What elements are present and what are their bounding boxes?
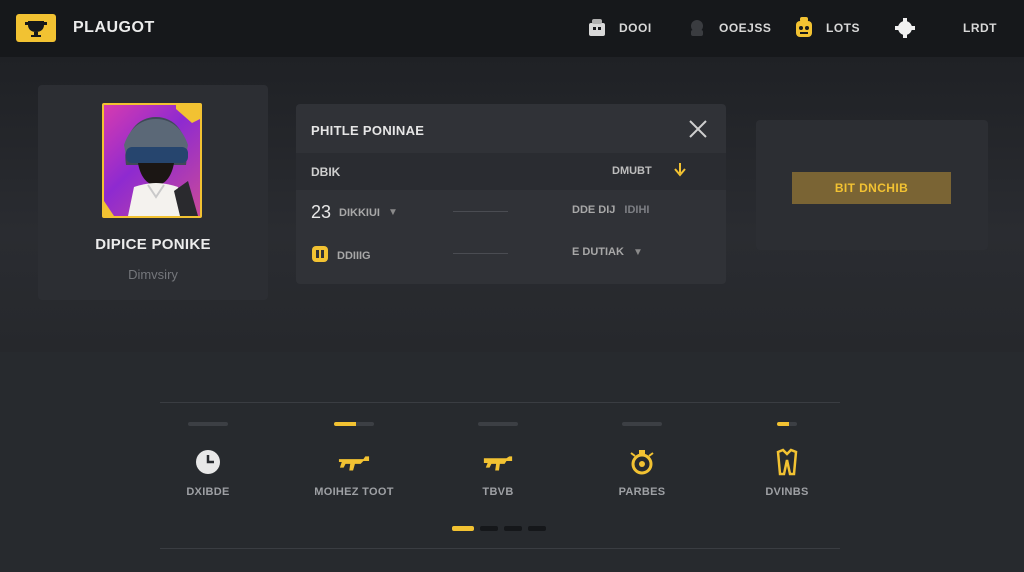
tab-indicator [188, 422, 228, 426]
stat-row[interactable]: 23 DIKKIUI ▼ DDE DIJ IDIHI [296, 192, 726, 232]
arrow-down-icon[interactable] [674, 163, 686, 180]
pagination-dots [452, 526, 546, 531]
row-divider [453, 253, 508, 254]
category-tab[interactable]: TBVB [438, 422, 558, 502]
tab-indicator [622, 422, 662, 426]
action-card: BIT DNCHIB [756, 120, 988, 250]
clock-icon [192, 446, 224, 478]
nav-item-shop[interactable]: DOOI [585, 14, 652, 42]
stat-value: 23 [311, 202, 332, 222]
nav-item-label: DOOI [619, 21, 652, 35]
category-tab[interactable]: DXIBDE [148, 422, 268, 502]
divider [160, 548, 840, 549]
caret-down-icon[interactable]: ▼ [388, 207, 398, 218]
coin-icon [311, 244, 329, 267]
tab-indicator [334, 422, 374, 426]
player-avatar[interactable] [102, 103, 202, 218]
category-tab[interactable]: PARBES [582, 422, 702, 502]
profile-card: DIPICE PONIKE Dimvsiry [38, 85, 268, 300]
rifle-icon [338, 446, 370, 478]
caret-down-icon[interactable]: ▼ [633, 247, 643, 258]
category-label: DXIBDE [186, 486, 230, 498]
trophy-icon[interactable] [16, 14, 56, 42]
stat-right-extra: IDIHI [624, 204, 650, 216]
nav-item-label: LOTS [826, 21, 860, 35]
category-tab[interactable]: DVINBS [727, 422, 847, 502]
stat-right-label: E DUTIAK [572, 246, 624, 258]
character-icon [685, 16, 709, 40]
stat-right-label: DDE DIJ [572, 204, 616, 216]
page-dot[interactable] [528, 526, 546, 531]
player-name: DIPICE PONIKE [95, 236, 211, 253]
category-bar: DXIBDE MOIHEZ TOOT TBVB PARBES DVINBS [0, 352, 1024, 572]
panel-title: PHITLE PONINAE [311, 123, 425, 138]
nav-item-last[interactable]: LRDT [963, 14, 997, 42]
outfit-icon [771, 446, 803, 478]
nav-item-label: LRDT [963, 21, 997, 35]
page-dot[interactable] [480, 526, 498, 531]
settings-icon [893, 16, 917, 40]
nav-item-label: OOEJSS [719, 21, 772, 35]
page-dot[interactable] [452, 526, 474, 531]
category-label: DVINBS [765, 486, 809, 498]
nav-item-loot[interactable]: LOTS [792, 14, 860, 42]
tab-indicator [777, 422, 797, 426]
panel-header-row: DBIK DMUBT [296, 153, 726, 190]
stat-label: DIKKIUI [339, 206, 380, 219]
sort-label[interactable]: DMUBT [612, 165, 652, 177]
close-icon[interactable] [686, 117, 710, 141]
shop-icon [585, 16, 609, 40]
category-label: PARBES [618, 486, 666, 498]
stat-row[interactable]: DDIIIG E DUTIAK ▼ [296, 234, 726, 274]
category-label: MOIHEZ TOOT [314, 486, 394, 498]
player-subtitle: Dimvsiry [128, 267, 178, 282]
stats-panel: PHITLE PONINAE DBIK DMUBT 23 DIKKIUI ▼ D… [296, 104, 726, 284]
primary-action-button[interactable]: BIT DNCHIB [792, 172, 951, 204]
lootbox-icon [792, 16, 816, 40]
top-bar: PLAUGOT DOOI OOEJSS LOTS LRDT [0, 0, 1024, 57]
page-dot[interactable] [504, 526, 522, 531]
nav-item-settings[interactable] [893, 14, 917, 42]
header-label-left: DBIK [311, 165, 341, 179]
tab-indicator [478, 422, 518, 426]
smg-icon [482, 446, 514, 478]
grenade-icon [626, 446, 658, 478]
row-divider [453, 211, 508, 212]
app-title: PLAUGOT [73, 19, 155, 36]
nav-item-character[interactable]: OOEJSS [685, 14, 771, 42]
category-tab[interactable]: MOIHEZ TOOT [294, 422, 414, 502]
category-label: TBVB [482, 486, 514, 498]
stat-label: DDIIIG [337, 249, 371, 262]
divider [160, 402, 840, 403]
